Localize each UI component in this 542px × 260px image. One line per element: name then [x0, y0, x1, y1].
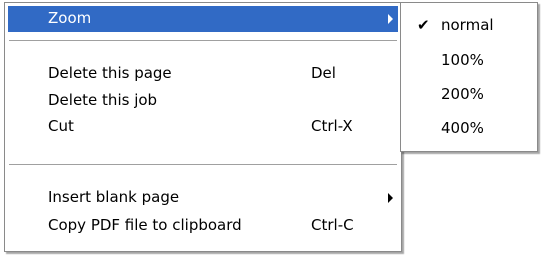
menu-item-delete-job[interactable]: Delete this job [8, 88, 398, 114]
menu-item-label: Copy PDF file to clipboard [48, 216, 242, 234]
menu-item-label: Insert blank page [48, 188, 180, 206]
menu-item-label: Delete this page [48, 64, 172, 82]
submenu-arrow-icon [388, 14, 393, 24]
menu-item-shortcut: Ctrl-C [311, 216, 354, 234]
menu-item-label: Delete this job [48, 91, 158, 109]
zoom-option-100[interactable]: 100% [403, 46, 535, 76]
menu-separator [9, 40, 397, 42]
check-icon: ✔ [417, 16, 430, 34]
submenu-arrow-icon [388, 193, 393, 203]
menu-item-zoom[interactable]: Zoom [8, 6, 398, 32]
zoom-option-label: 400% [441, 119, 484, 137]
zoom-option-200[interactable]: 200% [403, 80, 535, 110]
zoom-submenu: ✔ normal 100% 200% 400% [400, 2, 538, 152]
context-menu: Zoom Delete this page Del Delete this jo… [4, 2, 402, 252]
menu-item-label: Zoom [48, 9, 92, 27]
menu-separator [9, 164, 397, 166]
menu-item-cut[interactable]: Cut Ctrl-X [8, 114, 398, 140]
zoom-option-label: 200% [441, 85, 484, 103]
zoom-option-normal[interactable]: ✔ normal [403, 11, 535, 41]
menu-item-copy-pdf-to-clipboard[interactable]: Copy PDF file to clipboard Ctrl-C [8, 213, 398, 239]
menu-item-delete-page[interactable]: Delete this page Del [8, 61, 398, 87]
zoom-option-400[interactable]: 400% [403, 114, 535, 144]
menu-item-insert-blank-page[interactable]: Insert blank page [8, 185, 398, 211]
menu-item-shortcut: Del [311, 64, 336, 82]
menu-item-label: Cut [48, 117, 74, 135]
menu-item-shortcut: Ctrl-X [311, 117, 353, 135]
zoom-option-label: normal [441, 16, 494, 34]
zoom-option-label: 100% [441, 51, 484, 69]
